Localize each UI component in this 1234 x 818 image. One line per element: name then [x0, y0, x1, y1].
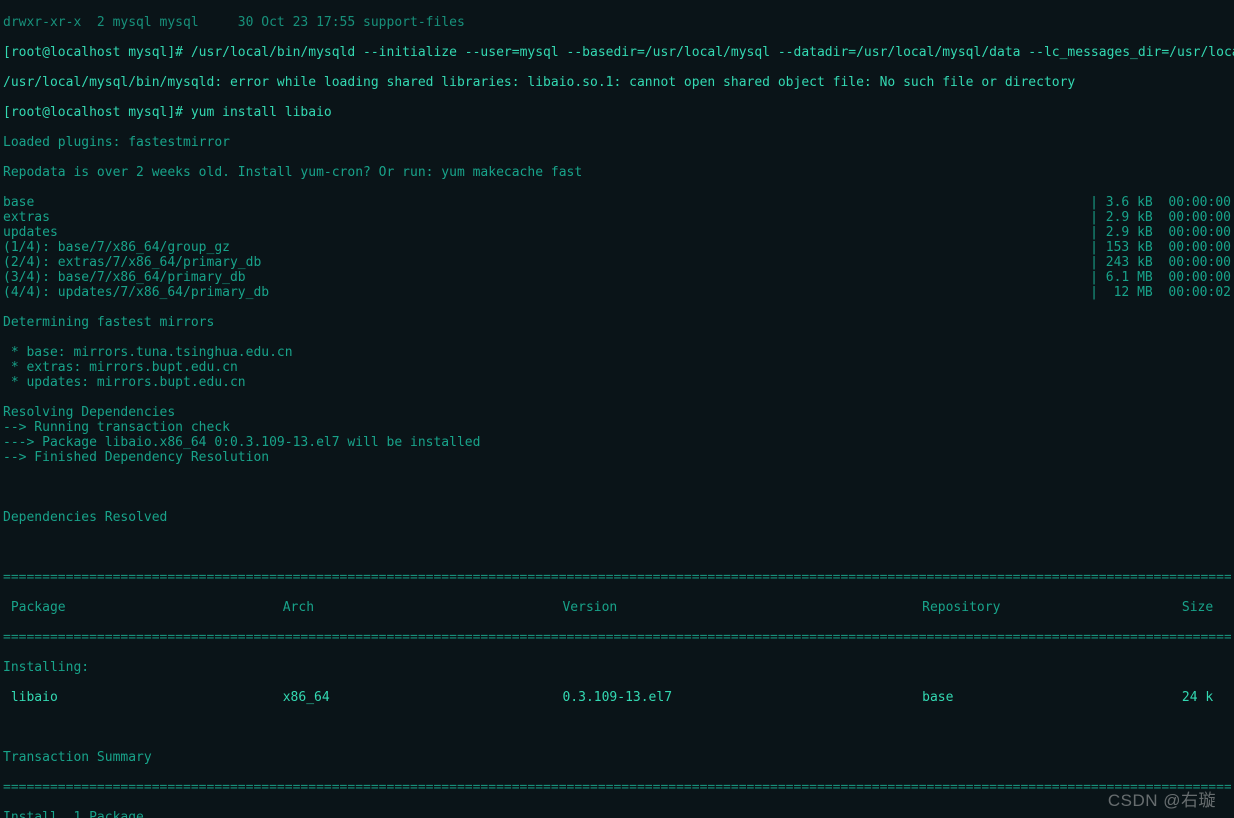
terminal-output[interactable]: drwxr-xr-x 2 mysql mysql 30 Oct 23 17:55… [0, 0, 1234, 818]
prompt-prefix: [root@localhost mysql]# [3, 45, 191, 60]
resolve-line: --> Running transaction check [3, 420, 1231, 435]
repo-row: (3/4): base/7/x86_64/primary_db| 6.1 MB … [3, 270, 1231, 285]
deps-resolved: Dependencies Resolved [3, 510, 1231, 525]
repo-name: base [3, 195, 34, 210]
table-row: libaio x86_64 0.3.109-13.el7 base 24 k [3, 690, 1231, 705]
cell-arch: x86_64 [283, 690, 563, 705]
repo-name: updates [3, 225, 58, 240]
separator-line: ========================================… [3, 780, 1231, 795]
repo-size: | 2.9 kB 00:00:00 [50, 210, 1231, 225]
cell-repository: base [922, 690, 1182, 705]
top-fragment-line: drwxr-xr-x 2 mysql mysql 30 Oct 23 17:55… [3, 15, 1231, 30]
resolve-line: Resolving Dependencies [3, 405, 1231, 420]
repo-size: | 153 kB 00:00:00 [230, 240, 1231, 255]
blank-line [3, 480, 1231, 495]
repo-row: (4/4): updates/7/x86_64/primary_db| 12 M… [3, 285, 1231, 300]
prompt-cmd: yum install libaio [191, 105, 332, 120]
repo-name: (1/4): base/7/x86_64/group_gz [3, 240, 230, 255]
col-arch: Arch [283, 600, 563, 615]
blank-line [3, 720, 1231, 735]
mirror-line: * extras: mirrors.bupt.edu.cn [3, 360, 1231, 375]
error-line: /usr/local/mysql/bin/mysqld: error while… [3, 75, 1231, 90]
table-header-row: Package Arch Version Repository Size [3, 600, 1231, 615]
install-count: Install 1 Package [3, 810, 1231, 818]
blank-line [3, 540, 1231, 555]
repo-size: | 3.6 kB 00:00:00 [34, 195, 1231, 210]
col-repository: Repository [922, 600, 1182, 615]
resolve-line: ---> Package libaio.x86_64 0:0.3.109-13.… [3, 435, 1231, 450]
separator-line: ========================================… [3, 630, 1231, 645]
mirror-line: * base: mirrors.tuna.tsinghua.edu.cn [3, 345, 1231, 360]
cell-size: 24 k [1182, 690, 1231, 705]
repo-name: (2/4): extras/7/x86_64/primary_db [3, 255, 261, 270]
prompt-line-1: [root@localhost mysql]# /usr/local/bin/m… [3, 45, 1231, 60]
resolve-line: --> Finished Dependency Resolution [3, 450, 1231, 465]
repo-name: extras [3, 210, 50, 225]
prompt-prefix: [root@localhost mysql]# [3, 105, 191, 120]
repo-size: | 243 kB 00:00:00 [261, 255, 1231, 270]
col-version: Version [562, 600, 922, 615]
prompt-cmd: /usr/local/bin/mysqld --initialize --use… [191, 45, 1234, 60]
repo-name: (3/4): base/7/x86_64/primary_db [3, 270, 246, 285]
col-size: Size [1182, 600, 1231, 615]
repo-row: updates| 2.9 kB 00:00:00 [3, 225, 1231, 240]
cell-package: libaio [3, 690, 283, 705]
installing-section: Installing: [3, 660, 1231, 675]
repo-size: | 12 MB 00:00:02 [269, 285, 1231, 300]
separator-line: ========================================… [3, 570, 1231, 585]
mirror-line: * updates: mirrors.bupt.edu.cn [3, 375, 1231, 390]
plugins-line: Loaded plugins: fastestmirror [3, 135, 1231, 150]
col-package: Package [3, 600, 283, 615]
repo-row: (1/4): base/7/x86_64/group_gz| 153 kB 00… [3, 240, 1231, 255]
repo-size: | 6.1 MB 00:00:00 [246, 270, 1231, 285]
repodata-line: Repodata is over 2 weeks old. Install yu… [3, 165, 1231, 180]
cell-version: 0.3.109-13.el7 [562, 690, 922, 705]
repo-row: base| 3.6 kB 00:00:00 [3, 195, 1231, 210]
repo-name: (4/4): updates/7/x86_64/primary_db [3, 285, 269, 300]
repo-row: extras| 2.9 kB 00:00:00 [3, 210, 1231, 225]
repo-size: | 2.9 kB 00:00:00 [58, 225, 1231, 240]
mirrors-header: Determining fastest mirrors [3, 315, 1231, 330]
prompt-line-2: [root@localhost mysql]# yum install liba… [3, 105, 1231, 120]
repo-row: (2/4): extras/7/x86_64/primary_db| 243 k… [3, 255, 1231, 270]
tx-summary: Transaction Summary [3, 750, 1231, 765]
